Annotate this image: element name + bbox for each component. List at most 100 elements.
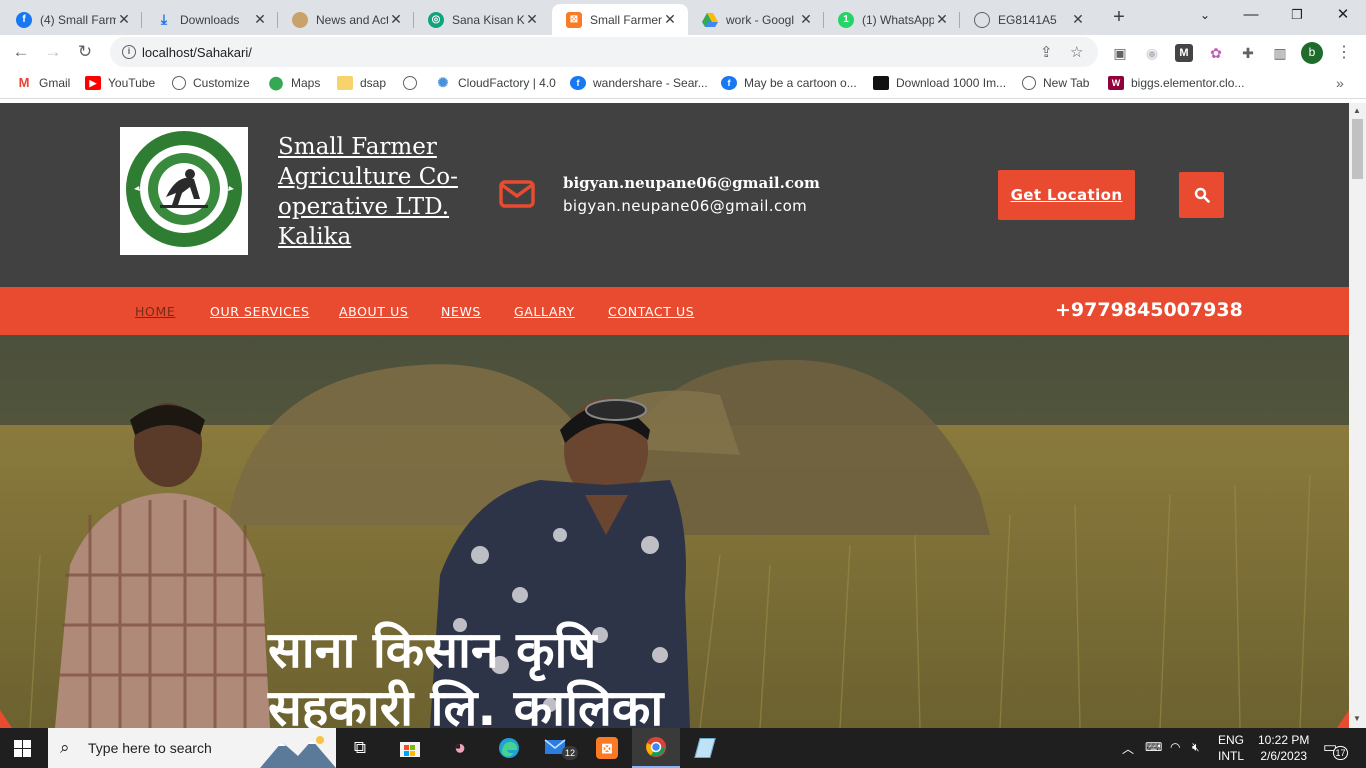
- bookmark-youtube[interactable]: ▶ YouTube: [85, 76, 155, 90]
- tab-small-farmer-active[interactable]: ⊠ Small Farmer ✕: [552, 4, 688, 35]
- profile-avatar[interactable]: b: [1301, 42, 1323, 64]
- side-panel-icon[interactable]: ▥: [1271, 44, 1289, 62]
- network-wifi-icon[interactable]: ◠: [1170, 740, 1180, 754]
- extensions-puzzle-icon[interactable]: ✚: [1239, 44, 1257, 62]
- chatgpt-icon: ◎: [428, 11, 444, 28]
- taskbar-store-app[interactable]: [386, 728, 434, 768]
- contact-email-primary[interactable]: bigyan.neupane06@gmail.com: [563, 174, 820, 192]
- close-tab-icon[interactable]: ✕: [1070, 11, 1086, 28]
- tab-facebook[interactable]: f (4) Small Farm ✕: [2, 4, 142, 35]
- bookmark-star-icon[interactable]: ☆: [1070, 43, 1083, 61]
- taskbar-notepad-app[interactable]: [681, 728, 729, 768]
- close-tab-icon[interactable]: ✕: [798, 11, 814, 28]
- get-location-button[interactable]: Get Location: [998, 170, 1135, 220]
- browser-tab-strip: f (4) Small Farm ✕ ⤓ Downloads ✕ News an…: [0, 0, 1366, 35]
- windows-start-icon[interactable]: [14, 740, 31, 757]
- tab-google-drive[interactable]: work - Googl ✕: [688, 4, 824, 35]
- hero-heading-line-2: सहकारी लि. कालिका: [268, 679, 664, 728]
- facebook-icon: f: [570, 76, 586, 90]
- share-icon[interactable]: ⇪: [1040, 43, 1053, 61]
- volume-muted-icon[interactable]: 🔇︎: [1192, 740, 1200, 755]
- windows-taskbar: ⌕ Type here to search ⧉ ◕ 12 ⊠ ︿ ⌨ ◠ 🔇︎ …: [0, 728, 1366, 768]
- contact-phone: +9779845007938: [1055, 299, 1243, 321]
- nav-contact-us[interactable]: CONTACT US: [608, 304, 694, 319]
- gmail-extension-icon[interactable]: M: [1175, 44, 1193, 62]
- bookmark-download-images[interactable]: Download 1000 Im...: [873, 76, 1006, 90]
- site-icon: [873, 76, 889, 90]
- scroll-down-arrow-icon[interactable]: ▼: [1353, 714, 1361, 723]
- close-tab-icon[interactable]: ✕: [662, 11, 678, 28]
- hero-heading: साना किसान कृषि सहकारी लि. कालिका: [268, 621, 663, 728]
- tab-news[interactable]: News and Act ✕: [278, 4, 414, 35]
- bookmark-wandershare[interactable]: f wandershare - Sear...: [570, 76, 708, 90]
- page-scrollbar[interactable]: ▲ ▼: [1349, 103, 1366, 728]
- tab-downloads[interactable]: ⤓ Downloads ✕: [142, 4, 278, 35]
- taskbar-mail-app[interactable]: 12: [534, 728, 582, 768]
- picture-in-picture-icon[interactable]: ▣: [1111, 44, 1129, 62]
- back-button[interactable]: ←: [9, 40, 33, 64]
- mail-unread-badge: 12: [562, 746, 578, 760]
- tab-eg8141a5[interactable]: EG8141A5 ✕: [960, 4, 1096, 35]
- color-extension-icon[interactable]: ✿: [1207, 44, 1225, 62]
- reload-button[interactable]: ↻: [73, 40, 97, 64]
- taskbar-chrome-app[interactable]: [632, 728, 680, 768]
- close-tab-icon[interactable]: ✕: [934, 11, 950, 28]
- bookmark-new-tab[interactable]: New Tab: [1022, 76, 1089, 90]
- close-tab-icon[interactable]: ✕: [116, 11, 132, 28]
- nav-home[interactable]: HOME: [135, 304, 175, 319]
- youtube-icon: ▶: [85, 76, 101, 90]
- tab-chatgpt[interactable]: ◎ Sana Kisan Kr ✕: [414, 4, 550, 35]
- extension-disabled-icon[interactable]: ◉: [1143, 44, 1161, 62]
- nav-gallery[interactable]: GALLARY: [514, 304, 575, 319]
- close-tab-icon[interactable]: ✕: [388, 11, 404, 28]
- bookmark-folder-dsap[interactable]: dsap: [337, 76, 386, 90]
- forward-button[interactable]: →: [41, 40, 65, 64]
- hero-heading-line-1: साना किसान कृषि: [268, 621, 597, 679]
- taskbar-paint-app[interactable]: ◕: [436, 728, 484, 768]
- browser-toolbar: ← → ↻ i localhost/Sahakari/ ⇪ ☆ ▣ ◉ M ✿ …: [0, 35, 1366, 69]
- site-title-link[interactable]: Small Farmer Agriculture Co-operative LT…: [278, 132, 478, 252]
- close-tab-icon[interactable]: ✕: [524, 11, 540, 28]
- scrollbar-thumb[interactable]: [1352, 119, 1363, 179]
- hero-farmers-photo: [0, 335, 1349, 728]
- bookmark-customize[interactable]: Customize: [172, 76, 250, 90]
- nav-about-us[interactable]: ABOUT US: [339, 304, 408, 319]
- taskbar-search-box[interactable]: ⌕ Type here to search: [48, 728, 336, 768]
- bookmark-maps[interactable]: ⬤ Maps: [268, 75, 321, 91]
- show-hidden-icons-chevron-icon[interactable]: ︿: [1122, 740, 1134, 757]
- tab-whatsapp[interactable]: 1 (1) WhatsApp ✕: [824, 4, 960, 35]
- facebook-icon: f: [16, 11, 32, 28]
- more-bookmarks-chevron-icon[interactable]: »: [1336, 75, 1344, 91]
- language-indicator[interactable]: ENG INTL: [1218, 732, 1244, 764]
- bookmark-unnamed[interactable]: [403, 76, 424, 90]
- site-info-icon[interactable]: i: [122, 45, 136, 59]
- taskbar-xampp-app[interactable]: ⊠: [583, 728, 631, 768]
- maps-pin-icon: ⬤: [268, 75, 284, 90]
- nav-our-services[interactable]: OUR SERVICES: [210, 304, 309, 319]
- taskbar-edge-app[interactable]: [485, 728, 533, 768]
- close-tab-icon[interactable]: ✕: [252, 11, 268, 28]
- address-bar[interactable]: i localhost/Sahakari/ ⇪ ☆: [110, 37, 1098, 67]
- system-clock[interactable]: 10:22 PM 2/6/2023: [1258, 732, 1309, 764]
- restore-button[interactable]: ❐: [1274, 0, 1320, 32]
- close-window-button[interactable]: ✕: [1320, 0, 1366, 32]
- notepad-icon: [694, 738, 716, 758]
- new-tab-button[interactable]: +: [1108, 6, 1130, 28]
- cooperative-logo[interactable]: [120, 127, 248, 255]
- bookmark-cloudfactory[interactable]: ✺ CloudFactory | 4.0: [435, 76, 556, 91]
- bookmark-gmail[interactable]: M Gmail: [16, 76, 71, 91]
- notification-center-button[interactable]: ▭ 17: [1323, 738, 1349, 760]
- task-view-button[interactable]: ⧉: [336, 728, 384, 768]
- contact-email-secondary[interactable]: bigyan.neupane06@gmail.com: [563, 197, 807, 215]
- input-indicator-icon[interactable]: ⌨: [1145, 740, 1162, 754]
- chrome-menu-icon[interactable]: ⋮: [1335, 44, 1353, 62]
- minimize-button[interactable]: —: [1228, 0, 1274, 32]
- nav-news[interactable]: NEWS: [441, 304, 481, 319]
- facebook-icon: f: [721, 76, 737, 90]
- bookmark-elementor[interactable]: W biggs.elementor.clo...: [1108, 76, 1244, 90]
- scroll-up-arrow-icon[interactable]: ▲: [1353, 106, 1361, 115]
- elementor-icon: W: [1108, 76, 1124, 90]
- bookmark-cartoon[interactable]: f May be a cartoon o...: [721, 76, 857, 90]
- site-search-button[interactable]: [1179, 172, 1224, 218]
- tab-search-chevron-icon[interactable]: ⌄: [1182, 0, 1228, 32]
